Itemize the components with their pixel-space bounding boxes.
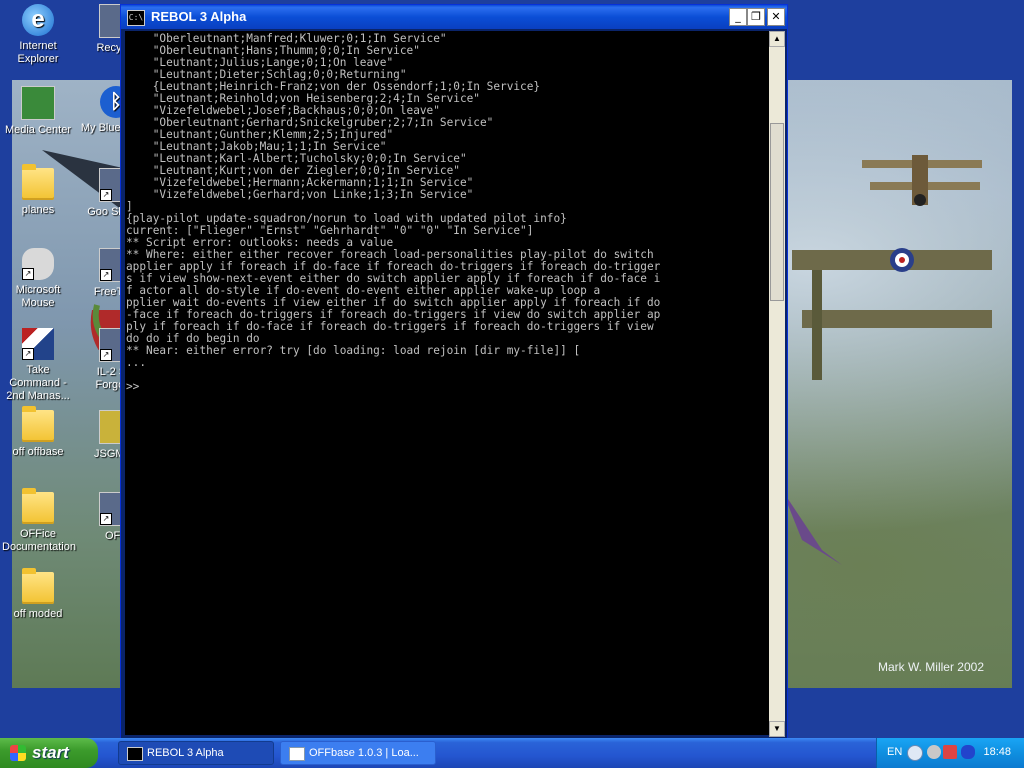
shortcut-arrow-icon: ↗ [100,189,112,201]
desktop-icon-label: off moded [13,608,63,620]
wallpaper-credit: Mark W. Miller 2002 [877,660,984,674]
tray-clock: 18:48 [983,746,1011,758]
taskbar-button-rebol[interactable]: REBOL 3 Alpha [118,741,274,765]
desktop-icon-label: Take Command - 2nd Manas... [6,364,70,402]
taskbar-button-offbase[interactable]: OFFbase 1.0.3 | Loa... [280,741,436,765]
folder-icon [22,406,54,442]
taskbar-button-label: REBOL 3 Alpha [147,747,224,759]
flag-icon: ↗ [22,328,54,360]
tray-network-icon[interactable] [943,745,957,759]
desktop-icon-label: planes [21,204,55,216]
tray-bluetooth-icon[interactable] [961,745,975,759]
window-title-bar[interactable]: C:\ REBOL 3 Alpha _ ❐ ✕ [121,5,787,29]
console-icon [127,747,143,761]
folder-icon [22,568,54,604]
scroll-up-button[interactable]: ▲ [769,31,785,47]
biplane-image [862,155,982,206]
tray-chevron-icon[interactable] [907,745,923,761]
desktop-icon-take-command[interactable]: ↗ Take Command - 2nd Manas... [2,328,74,403]
window-title: REBOL 3 Alpha [151,9,247,24]
desktop-icon-internet-explorer[interactable]: e Internet Explorer [2,4,74,66]
desktop-icon-off-moded[interactable]: off moded [2,568,74,621]
close-button[interactable]: ✕ [767,8,785,26]
console-output[interactable]: "Oberleutnant;Manfred;Kluwer;0;1;In Serv… [125,31,769,735]
desktop-icon-planes[interactable]: planes [2,164,74,217]
shortcut-arrow-icon: ↗ [100,269,112,281]
desktop-icon-media-center[interactable]: Media Center [2,86,74,137]
start-button[interactable]: start [0,738,98,768]
desktop-icon-office-documentation[interactable]: OFFice Documentation [2,488,76,554]
aircraft-tail-image [782,490,842,565]
desktop-icon-label: off offbase [12,446,64,458]
minimize-button[interactable]: _ [729,8,747,26]
console-icon: C:\ [127,10,145,26]
scroll-down-button[interactable]: ▼ [769,721,785,737]
biplane-image [792,248,992,380]
shortcut-arrow-icon: ↗ [100,513,112,525]
desktop-icon-microsoft-mouse[interactable]: ↗ Microsoft Mouse [2,248,74,310]
maximize-button[interactable]: ❐ [747,8,765,26]
console-text: "Oberleutnant;Manfred;Kluwer;0;1;In Serv… [126,32,661,393]
start-label: start [32,743,69,762]
shortcut-arrow-icon: ↗ [100,349,112,361]
rebol-console-window[interactable]: C:\ REBOL 3 Alpha _ ❐ ✕ "Oberleutnant;Ma… [120,4,788,740]
desktop-icon-label: Microsoft Mouse [15,284,61,309]
desktop-icon-off-offbase[interactable]: off offbase [2,406,74,459]
taskbar-button-label: OFFbase 1.0.3 | Loa... [309,747,419,759]
shortcut-arrow-icon: ↗ [22,348,34,360]
folder-icon [22,164,54,200]
tray-tool-icon[interactable] [927,745,941,759]
taskbar: start REBOL 3 Alpha OFFbase 1.0.3 | Loa.… [0,738,1024,768]
shortcut-arrow-icon: ↗ [22,268,34,280]
media-center-icon [21,86,55,120]
language-indicator[interactable]: EN [887,746,902,758]
windows-logo-icon [10,745,26,761]
scrollbar-thumb[interactable] [770,123,784,301]
desktop-icon-label: Media Center [4,124,72,136]
vertical-scrollbar[interactable]: ▲ ▼ [769,31,785,737]
desktop-icon-label: OFFice Documentation [2,528,76,553]
system-tray: EN 18:48 [876,738,1024,768]
desktop-icon-label: Internet Explorer [17,40,59,65]
ie-icon: e [22,4,54,36]
folder-icon [22,488,54,524]
mouse-icon: ↗ [22,248,54,280]
window-icon [289,747,305,761]
